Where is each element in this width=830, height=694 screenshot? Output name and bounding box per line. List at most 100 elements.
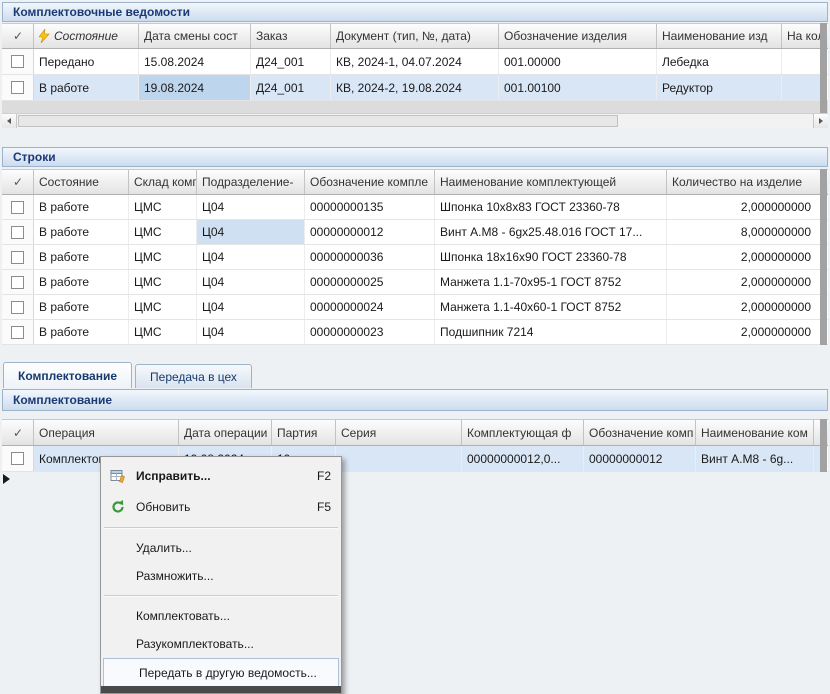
- scroll-right-button[interactable]: [813, 114, 828, 128]
- row-checkbox[interactable]: [11, 55, 24, 68]
- cell-comp-name[interactable]: Винт А.М8 - 6g...: [696, 446, 814, 471]
- cell-name[interactable]: Шпонка 10x8x83 ГОСТ 23360-78: [435, 195, 667, 219]
- cell-quantity[interactable]: [782, 75, 822, 100]
- row-select-cell[interactable]: [2, 295, 34, 319]
- column-header-warehouse[interactable]: Склад комп: [129, 170, 197, 194]
- column-header-comp-name[interactable]: Наименование ком: [696, 420, 814, 445]
- cell-state[interactable]: В работе: [34, 320, 129, 344]
- cell-code[interactable]: 00000000025: [305, 270, 435, 294]
- column-header-qty[interactable]: Количество на изделие: [667, 170, 822, 194]
- table-row[interactable]: В работе ЦМС Ц04 00000000024 Манжета 1.1…: [2, 295, 828, 320]
- row-select-cell[interactable]: [2, 245, 34, 269]
- column-header-item-code[interactable]: Обозначение изделия: [499, 24, 657, 48]
- cell-code[interactable]: 00000000023: [305, 320, 435, 344]
- column-header-code[interactable]: Обозначение компле: [305, 170, 435, 194]
- vertical-scrollbar[interactable]: [820, 419, 827, 472]
- menu-item-transfer-hovered[interactable]: Передать в другую ведомость...: [103, 658, 339, 687]
- menu-item-razukomplektovat[interactable]: Разукомплектовать...: [101, 630, 341, 658]
- row-checkbox[interactable]: [11, 81, 24, 94]
- menu-item-duplicate[interactable]: Размножить...: [101, 562, 341, 590]
- cell-qty[interactable]: 2,000000000: [667, 270, 822, 294]
- column-header-operation[interactable]: Операция: [34, 420, 179, 445]
- cell-state[interactable]: В работе: [34, 295, 129, 319]
- cell-state[interactable]: В работе: [34, 195, 129, 219]
- row-checkbox[interactable]: [11, 452, 24, 465]
- row-checkbox[interactable]: [11, 226, 24, 239]
- cell-state[interactable]: В работе: [34, 220, 129, 244]
- menu-item-refresh[interactable]: Обновить F5: [101, 491, 341, 522]
- column-header-name[interactable]: Наименование комплектующей: [435, 170, 667, 194]
- cell-name[interactable]: Подшипник 7214: [435, 320, 667, 344]
- cell-warehouse[interactable]: ЦМС: [129, 270, 197, 294]
- cell-item-name[interactable]: Редуктор: [657, 75, 782, 100]
- column-header-comp-f[interactable]: Комплектующая ф: [462, 420, 584, 445]
- column-header-order[interactable]: Заказ: [251, 24, 331, 48]
- cell-qty[interactable]: 2,000000000: [667, 195, 822, 219]
- row-select-cell[interactable]: [2, 75, 34, 100]
- cell-name[interactable]: Шпонка 18x16x90 ГОСТ 23360-78: [435, 245, 667, 269]
- cell-state[interactable]: В работе: [34, 245, 129, 269]
- horizontal-scrollbar[interactable]: [2, 113, 828, 128]
- menu-item-edit[interactable]: Исправить... F2: [101, 460, 341, 491]
- cell-department[interactable]: Ц04: [197, 270, 305, 294]
- menu-item-delete[interactable]: Удалить...: [101, 534, 341, 562]
- cell-comp-f[interactable]: 00000000012,0...: [462, 446, 584, 471]
- cell-comp-code[interactable]: 00000000012: [584, 446, 696, 471]
- cell-warehouse[interactable]: ЦМС: [129, 220, 197, 244]
- cell-department[interactable]: Ц04: [197, 245, 305, 269]
- table-row[interactable]: Передано 15.08.2024 Д24_001 КВ, 2024-1, …: [2, 49, 828, 75]
- select-all-header[interactable]: ✓: [2, 24, 34, 48]
- column-header-state[interactable]: Состояние: [34, 170, 129, 194]
- cell-document[interactable]: КВ, 2024-2, 19.08.2024: [331, 75, 499, 100]
- cell-order[interactable]: Д24_001: [251, 75, 331, 100]
- cell-department[interactable]: Ц04: [197, 195, 305, 219]
- column-header-document[interactable]: Документ (тип, №, дата): [331, 24, 499, 48]
- cell-department[interactable]: Ц04: [197, 320, 305, 344]
- scroll-left-button[interactable]: [2, 114, 17, 128]
- row-select-cell[interactable]: [2, 49, 34, 74]
- cell-qty[interactable]: 8,000000000: [667, 220, 822, 244]
- row-checkbox[interactable]: [11, 251, 24, 264]
- tab-peredacha-v-tseh[interactable]: Передача в цех: [135, 364, 252, 388]
- row-select-cell[interactable]: [2, 195, 34, 219]
- column-header-item-name[interactable]: Наименование изд: [657, 24, 782, 48]
- table-row[interactable]: В работе ЦМС Ц04 00000000036 Шпонка 18x1…: [2, 245, 828, 270]
- table-row[interactable]: В работе ЦМС Ц04 00000000135 Шпонка 10x8…: [2, 195, 828, 220]
- cell-code[interactable]: 00000000135: [305, 195, 435, 219]
- vertical-scrollbar[interactable]: [820, 169, 827, 345]
- table-row-selected[interactable]: В работе 19.08.2024 Д24_001 КВ, 2024-2, …: [2, 75, 828, 101]
- cell-item-code[interactable]: 001.00000: [499, 49, 657, 74]
- cell-qty[interactable]: 2,000000000: [667, 295, 822, 319]
- cell-date[interactable]: 15.08.2024: [139, 49, 251, 74]
- row-checkbox[interactable]: [11, 301, 24, 314]
- cell-item-name[interactable]: Лебедка: [657, 49, 782, 74]
- cell-warehouse[interactable]: ЦМС: [129, 195, 197, 219]
- cell-warehouse[interactable]: ЦМС: [129, 320, 197, 344]
- table-row[interactable]: В работе ЦМС Ц04 00000000025 Манжета 1.1…: [2, 270, 828, 295]
- cell-name[interactable]: Винт А.М8 - 6gх25.48.016 ГОСТ 17...: [435, 220, 667, 244]
- select-all-header[interactable]: ✓: [2, 420, 34, 445]
- row-select-cell[interactable]: [2, 446, 34, 471]
- row-checkbox[interactable]: [11, 326, 24, 339]
- cell-state[interactable]: Передано: [34, 49, 139, 74]
- cell-code[interactable]: 00000000024: [305, 295, 435, 319]
- cell-name[interactable]: Манжета 1.1-70x95-1 ГОСТ 8752: [435, 270, 667, 294]
- cell-warehouse[interactable]: ЦМС: [129, 245, 197, 269]
- column-header-quantity[interactable]: На колич: [782, 24, 822, 48]
- menu-item-komplektovat[interactable]: Комплектовать...: [101, 602, 341, 630]
- column-header-date[interactable]: Дата смены сост: [139, 24, 251, 48]
- column-header-series[interactable]: Серия: [336, 420, 462, 445]
- cell-warehouse[interactable]: ЦМС: [129, 295, 197, 319]
- row-select-cell[interactable]: [2, 220, 34, 244]
- cell-quantity[interactable]: [782, 49, 822, 74]
- cell-department-focused[interactable]: Ц04: [197, 220, 305, 244]
- cell-order[interactable]: Д24_001: [251, 49, 331, 74]
- column-header-state[interactable]: Состояние: [34, 24, 139, 48]
- select-all-header[interactable]: ✓: [2, 170, 34, 194]
- cell-qty[interactable]: 2,000000000: [667, 245, 822, 269]
- cell-code[interactable]: 00000000036: [305, 245, 435, 269]
- row-checkbox[interactable]: [11, 201, 24, 214]
- cell-state[interactable]: В работе: [34, 75, 139, 100]
- row-checkbox[interactable]: [11, 276, 24, 289]
- column-header-op-date[interactable]: Дата операции: [179, 420, 272, 445]
